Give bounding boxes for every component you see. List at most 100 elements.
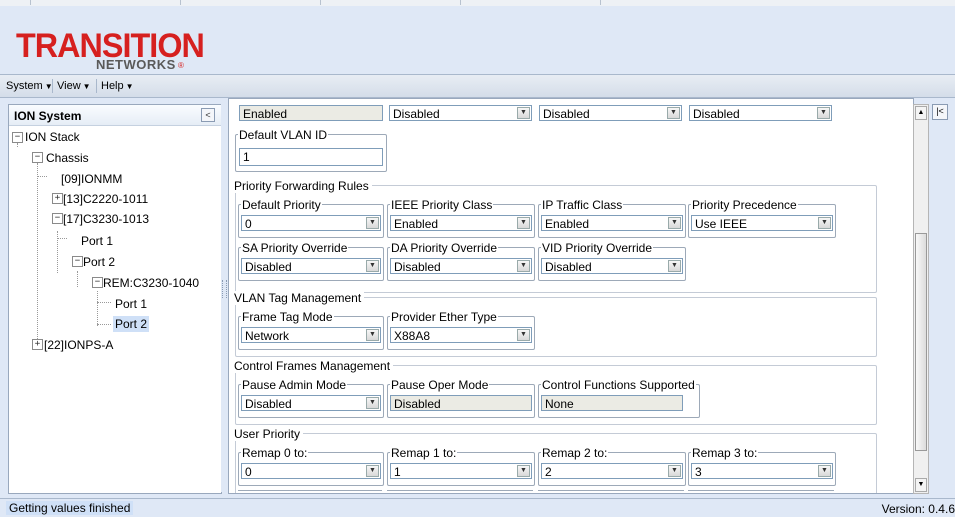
logo-text-sub: NETWORKS [96, 57, 176, 72]
collapse-icon[interactable]: − [52, 213, 63, 224]
scrollbar-thumb[interactable] [915, 233, 927, 451]
menu-system[interactable]: System ▼ [6, 78, 53, 94]
scroll-down-icon[interactable]: ▼ [915, 478, 927, 492]
chevron-down-icon: ▼ [366, 329, 379, 341]
collapse-icon[interactable]: − [32, 152, 43, 163]
tree-node-ion-stack[interactable]: ION Stack [25, 129, 80, 145]
registered-mark-icon: ® [178, 61, 184, 70]
top-select-3[interactable]: Disabled ▼ [539, 105, 682, 121]
tab-divider [180, 0, 181, 5]
status-message: Getting values finished [6, 501, 134, 515]
vid-priority-override-group: VID Priority Override Disabled ▼ [538, 241, 686, 281]
tree-node-c3230-1013[interactable]: [17]C3230-1013 [63, 211, 149, 227]
chevron-down-icon: ▼ [82, 82, 91, 91]
da-priority-override-group: DA Priority Override Disabled ▼ [387, 241, 535, 281]
expand-icon[interactable]: + [32, 339, 43, 350]
control-frames-title: Control Frames Management [234, 359, 394, 373]
tab-divider [460, 0, 461, 5]
chevron-down-icon: ▼ [668, 260, 681, 272]
status-bar: Getting values finished Version: 0.4.6 [0, 498, 955, 517]
expand-icon[interactable]: + [52, 193, 63, 204]
remap6-group-partial [538, 490, 684, 493]
ip-traffic-class-select[interactable]: Enabled ▼ [541, 215, 683, 231]
collapse-icon[interactable]: − [92, 277, 103, 288]
tree-node-c2220[interactable]: [13]C2220-1011 [63, 191, 148, 207]
frame-tag-mode-group: Frame Tag Mode Network ▼ [238, 310, 384, 350]
app-header: TRANSITION NETWORKS ® [0, 6, 955, 72]
chevron-down-icon: ▼ [517, 217, 530, 229]
chevron-down-icon: ▼ [818, 465, 831, 477]
remap2-group: Remap 2 to: 2 ▼ [538, 446, 686, 486]
tree-node-rem-c3230[interactable]: REM:C3230-1040 [103, 275, 199, 291]
chevron-down-icon: ▼ [667, 107, 680, 119]
tree-node-ionps[interactable]: [22]IONPS-A [44, 337, 113, 353]
version-label: Version: 0.4.6 [881, 502, 955, 516]
priority-precedence-select[interactable]: Use IEEE ▼ [691, 215, 833, 231]
remap1-group: Remap 1 to: 1 ▼ [387, 446, 535, 486]
tab-divider [600, 0, 601, 5]
pause-oper-mode-group: Pause Oper Mode Disabled [387, 378, 535, 418]
chevron-down-icon: ▼ [517, 260, 530, 272]
chevron-down-icon: ▼ [366, 217, 379, 229]
menu-separator [52, 79, 53, 93]
navigation-tree-panel: ION System < − ION Stack − Chassis [09]I… [8, 104, 222, 494]
da-priority-override-select[interactable]: Disabled ▼ [390, 258, 532, 274]
pause-oper-mode-field: Disabled [390, 395, 532, 411]
tab-divider [320, 0, 321, 5]
remap7-group-partial [688, 490, 834, 493]
port-configuration-panel: Enabled Disabled ▼ Disabled ▼ Disabled ▼ De… [228, 98, 914, 494]
user-priority-title: User Priority [234, 427, 304, 441]
chevron-down-icon: ▼ [817, 107, 830, 119]
tab-divider [30, 0, 31, 5]
ieee-priority-class-select[interactable]: Enabled ▼ [390, 215, 532, 231]
default-vlan-label: Default VLAN ID [238, 128, 329, 142]
collapse-icon[interactable]: − [72, 256, 83, 267]
menu-bar: System ▼ View ▼ Help ▼ [0, 74, 955, 98]
control-functions-field: None [541, 395, 683, 411]
sa-priority-override-select[interactable]: Disabled ▼ [241, 258, 381, 274]
tree-panel-title: ION System [14, 109, 82, 123]
default-vlan-group: Default VLAN ID 1 [235, 128, 387, 172]
default-priority-select[interactable]: 0 ▼ [241, 215, 381, 231]
chevron-down-icon: ▼ [366, 260, 379, 272]
top-select-2[interactable]: Disabled ▼ [389, 105, 532, 121]
tree-node-port1[interactable]: Port 1 [81, 233, 113, 249]
remap3-select[interactable]: 3 ▼ [691, 463, 833, 479]
vid-priority-override-select[interactable]: Disabled ▼ [541, 258, 683, 274]
chevron-down-icon: ▼ [517, 465, 530, 477]
remap1-select[interactable]: 1 ▼ [390, 463, 532, 479]
vlan-tag-title: VLAN Tag Management [234, 291, 365, 305]
expand-right-panel-button[interactable]: |< [932, 104, 948, 120]
collapse-icon[interactable]: − [12, 132, 23, 143]
tree-node-rem-port2[interactable]: Port 2 [113, 316, 150, 332]
vertical-scrollbar[interactable]: ▲ ▼ [913, 104, 929, 494]
chevron-down-icon: ▼ [668, 217, 681, 229]
frame-tag-mode-select[interactable]: Network ▼ [241, 327, 381, 343]
ieee-priority-class-group: IEEE Priority Class Enabled ▼ [387, 198, 535, 238]
panel-splitter[interactable] [221, 104, 227, 492]
ip-traffic-class-group: IP Traffic Class Enabled ▼ [538, 198, 686, 238]
provider-ether-type-group: Provider Ether Type X88A8 ▼ [387, 310, 535, 350]
menu-view[interactable]: View ▼ [57, 78, 91, 94]
pause-admin-mode-group: Pause Admin Mode Disabled ▼ [238, 378, 384, 418]
control-functions-group: Control Functions Supported None [538, 378, 700, 418]
collapse-left-panel-button[interactable]: < [201, 108, 215, 122]
remap5-group-partial [387, 490, 533, 493]
pause-admin-mode-select[interactable]: Disabled ▼ [241, 395, 381, 411]
provider-ether-type-select[interactable]: X88A8 ▼ [390, 327, 532, 343]
tree-node-chassis[interactable]: Chassis [46, 150, 89, 166]
remap3-group: Remap 3 to: 3 ▼ [688, 446, 836, 486]
chevron-down-icon: ▼ [668, 465, 681, 477]
chevron-down-icon: ▼ [517, 329, 530, 341]
top-select-4[interactable]: Disabled ▼ [689, 105, 832, 121]
default-priority-group: Default Priority 0 ▼ [238, 198, 384, 238]
scroll-up-icon[interactable]: ▲ [915, 106, 927, 120]
default-vlan-input[interactable]: 1 [239, 148, 383, 166]
menu-help[interactable]: Help ▼ [101, 78, 134, 94]
tree-node-port2[interactable]: Port 2 [83, 254, 115, 270]
remap2-select[interactable]: 2 ▼ [541, 463, 683, 479]
remap0-select[interactable]: 0 ▼ [241, 463, 381, 479]
tree-node-rem-port1[interactable]: Port 1 [115, 296, 147, 312]
chevron-down-icon: ▼ [125, 82, 134, 91]
tree-node-ionmm[interactable]: [09]IONMM [61, 171, 122, 187]
